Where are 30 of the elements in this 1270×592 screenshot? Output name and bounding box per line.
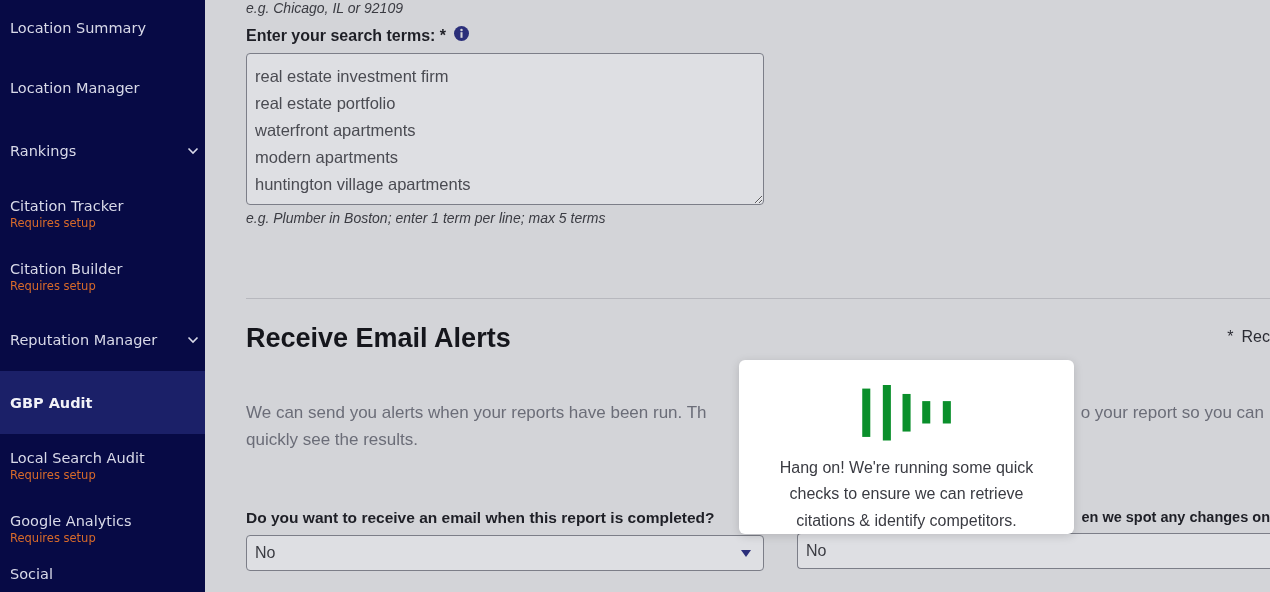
dropdown[interactable]: No [246, 535, 764, 571]
info-icon[interactable] [454, 25, 470, 41]
setup-note: Requires setup [10, 215, 97, 230]
question-label: Do you want to receive an email when this report is completed? [246, 509, 716, 527]
sidebar-item[interactable]: Social [0, 560, 205, 592]
dropdown[interactable]: No [797, 533, 1270, 569]
sidebar-item[interactable]: Citation Tracker Requires setup [0, 182, 205, 245]
field-label: Enter your search terms: * [246, 27, 447, 45]
question-label: en we spot any changes on [1081, 509, 1270, 525]
section-title: Receive Email Alerts [246, 323, 511, 354]
sidebar-item[interactable]: Location Manager [0, 56, 205, 119]
required-note: Rec [1241, 327, 1270, 346]
description-text: quickly see the results. [246, 429, 418, 451]
required-note: * [1227, 327, 1234, 346]
sidebar-item[interactable]: Rankings [0, 119, 205, 182]
setup-note: Requires setup [10, 278, 97, 293]
description-text: We can send you alerts when your reports have been run. Th [246, 402, 707, 424]
search-terms-field[interactable]: real estate investment firm real estate portfolio waterfront apartments modern apartments huntington village apartments [246, 53, 764, 205]
setup-note: Requires setup [10, 530, 97, 545]
loading-message: Hang on! We're running some quick checks to ensure we can retrieve citations & identify competitors. [778, 457, 1035, 531]
sidebar-item[interactable]: Location Summary [0, 0, 205, 56]
setup-note: Requires setup [10, 467, 97, 482]
field-hint: e.g. Plumber in Boston; enter 1 term per line; max 5 terms [246, 210, 607, 226]
sidebar-item[interactable]: Google Analytics Requires setup [0, 497, 205, 560]
sidebar-item[interactable]: Reputation Manager [0, 308, 205, 371]
sidebar-item[interactable]: Citation Builder Requires setup [0, 245, 205, 308]
sidebar-item[interactable]: GBP Audit [0, 371, 205, 434]
field-hint: e.g. Chicago, IL or 92109 [246, 0, 404, 16]
sidebar-item[interactable]: Local Search Audit Requires setup [0, 434, 205, 497]
description-text: o your report so you can [1080, 402, 1264, 424]
